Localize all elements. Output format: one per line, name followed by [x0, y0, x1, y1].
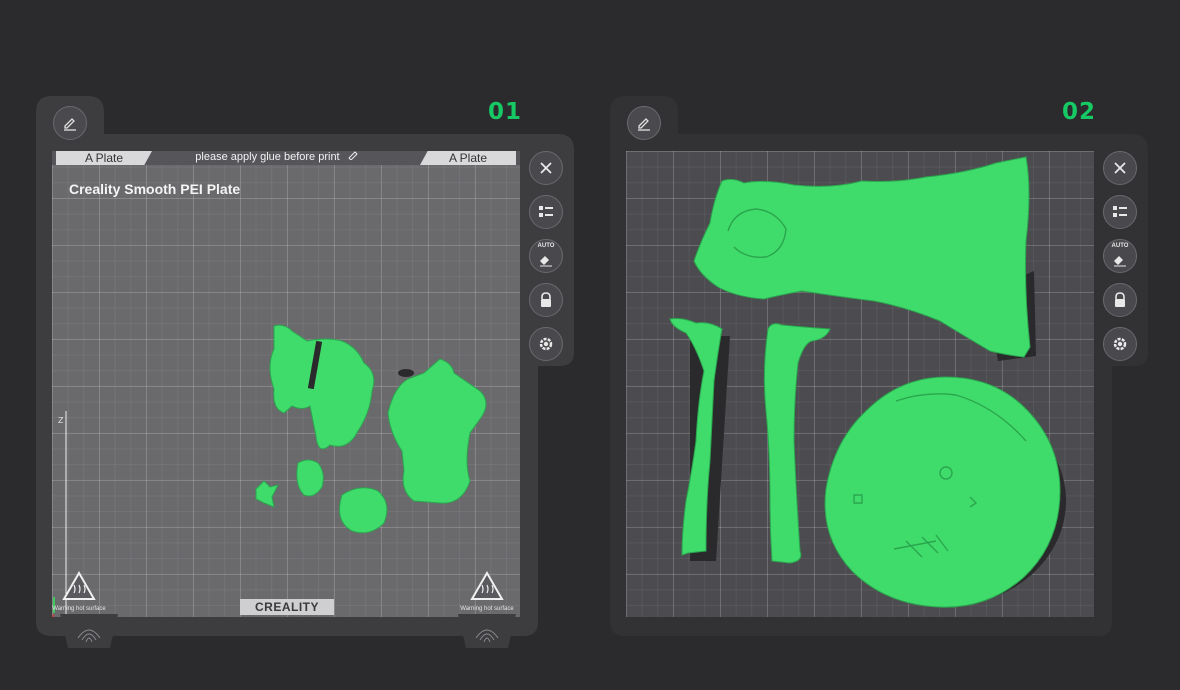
auto-arrange-icon — [540, 256, 552, 267]
plate-panel-02: 02 AUTO — [610, 96, 1148, 636]
object-list-button[interactable] — [1103, 195, 1137, 229]
model-group-plate-01[interactable] — [52, 151, 520, 617]
lock-icon — [1115, 292, 1125, 307]
fingerprint-icon — [60, 614, 118, 648]
auto-arrange-button[interactable]: AUTO — [529, 239, 563, 273]
model-hair — [269, 324, 375, 450]
creality-logo: CREALITY — [240, 599, 334, 615]
edit-plate-button[interactable] — [627, 106, 661, 140]
edit-plate-button[interactable] — [53, 106, 87, 140]
plate-panel-01: 01 A Plate please apply glue before prin… — [36, 96, 574, 648]
object-list-button[interactable] — [529, 195, 563, 229]
settings-icon — [539, 337, 553, 351]
build-plate-bed[interactable] — [626, 151, 1094, 617]
auto-label: AUTO — [1111, 243, 1129, 249]
delete-plate-button[interactable] — [529, 151, 563, 185]
hot-surface-warning-left: Warning hot surface — [52, 570, 106, 612]
lock-plate-button[interactable] — [1103, 283, 1137, 317]
build-plate-bed[interactable]: A Plate please apply glue before print A… — [52, 151, 520, 617]
hot-surface-warning-text: Warning hot surface — [52, 606, 106, 612]
auto-arrange-button[interactable]: AUTO — [1103, 239, 1137, 273]
plate-toolbar: AUTO — [529, 151, 563, 361]
list-icon — [539, 206, 553, 217]
model-small-piece-2 — [296, 459, 324, 497]
model-base — [824, 376, 1061, 608]
delete-plate-button[interactable] — [1103, 151, 1137, 185]
close-icon — [540, 162, 552, 174]
plate-settings-button[interactable] — [529, 327, 563, 361]
plate-number: 01 — [488, 99, 523, 125]
pencil-icon — [64, 118, 76, 131]
model-torso — [387, 358, 487, 504]
hot-surface-warning-right: Warning hot surface — [460, 570, 514, 612]
lock-icon — [541, 292, 551, 307]
plate-number: 02 — [1062, 99, 1097, 125]
auto-label: AUTO — [537, 243, 555, 249]
model-leg-right — [763, 323, 831, 564]
lock-plate-button[interactable] — [529, 283, 563, 317]
auto-arrange-icon — [1114, 256, 1126, 267]
list-icon — [1113, 206, 1127, 217]
hot-surface-warning-icon — [470, 570, 504, 600]
hot-surface-warning-icon — [62, 570, 96, 600]
pencil-icon — [638, 118, 650, 131]
settings-icon — [1113, 337, 1127, 351]
plate-settings-button[interactable] — [1103, 327, 1137, 361]
fingerprint-icon — [458, 614, 516, 648]
plate-toolbar: AUTO — [1103, 151, 1137, 361]
model-group-plate-02[interactable] — [626, 151, 1094, 617]
model-small-piece-1 — [255, 480, 279, 508]
model-dress — [693, 156, 1031, 358]
hot-surface-warning-text: Warning hot surface — [460, 606, 514, 612]
close-icon — [1114, 162, 1126, 174]
model-head — [339, 487, 388, 534]
